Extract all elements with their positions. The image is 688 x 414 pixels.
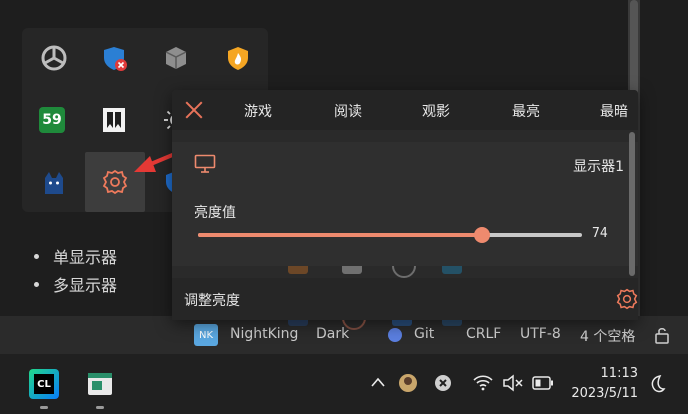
- bullet-icon: [34, 281, 39, 287]
- fire-shield-icon: [228, 47, 248, 70]
- clock-time: 11:13: [600, 366, 638, 381]
- popup-scrollbar-thumb[interactable]: [629, 132, 635, 276]
- brightness-slider-thumb[interactable]: [474, 227, 491, 243]
- volume-muted-icon[interactable]: [502, 374, 524, 392]
- cat-app-icon: [45, 172, 63, 194]
- running-indicator: [96, 406, 104, 409]
- clock-date: 2023/5/11: [571, 386, 638, 401]
- status-indent[interactable]: 4 个空格: [580, 326, 635, 346]
- settings-gear-icon[interactable]: [616, 288, 638, 310]
- tool-wheel-icon: [41, 45, 67, 71]
- package-cube-icon: [165, 47, 187, 69]
- status-encoding[interactable]: UTF-8: [520, 326, 561, 342]
- tray-item[interactable]: 59: [22, 90, 82, 150]
- brightness-popup: 游戏 阅读 观影 最亮 最暗 显示器1 亮度值 74 调整亮度: [172, 90, 638, 330]
- brightness-slider-fill: [198, 233, 483, 237]
- document-list: 单显示器 多显示器: [34, 242, 117, 298]
- list-item-label: 多显示器: [53, 276, 118, 295]
- nk-badge-icon: NK: [194, 324, 218, 346]
- running-indicator: [40, 406, 48, 409]
- tray-item[interactable]: [24, 152, 84, 212]
- popup-footer: 调整亮度: [172, 278, 638, 320]
- close-circle-icon[interactable]: [434, 374, 452, 392]
- preset-darkest[interactable]: 最暗: [600, 101, 628, 121]
- tray-item[interactable]: [84, 90, 144, 150]
- notepad-app-icon: [88, 373, 112, 395]
- twinkle-tray-gear-icon: [102, 169, 128, 195]
- display-monitor-icon: [194, 154, 216, 173]
- adjust-brightness-label: 调整亮度: [184, 293, 240, 309]
- brightness-label: 亮度值: [194, 205, 236, 221]
- moon-notification-icon[interactable]: [648, 374, 666, 394]
- brightness-value: 74: [592, 226, 608, 241]
- taskbar: CL 11:13 2023/5/11: [0, 354, 688, 414]
- clion-app-icon: CL: [34, 374, 54, 394]
- badge-59-icon: 59: [39, 107, 65, 133]
- unlock-icon[interactable]: [654, 326, 670, 344]
- taskbar-app-notepad[interactable]: [82, 366, 118, 402]
- preset-movie[interactable]: 观影: [422, 101, 450, 121]
- monitor-panel: 显示器1 亮度值 74: [172, 142, 638, 266]
- tray-item[interactable]: [146, 28, 206, 88]
- system-clock[interactable]: 11:13 2023/5/11: [571, 364, 638, 404]
- user-avatar-icon[interactable]: [398, 373, 418, 393]
- monitor-name: 显示器1: [573, 159, 624, 175]
- bookmark-app-icon: [103, 108, 125, 132]
- close-icon[interactable]: [184, 100, 204, 120]
- tray-item[interactable]: [208, 28, 268, 88]
- list-item-label: 单显示器: [53, 248, 118, 267]
- preset-game[interactable]: 游戏: [244, 101, 272, 121]
- brightness-slider[interactable]: [198, 227, 582, 243]
- chevron-up-icon[interactable]: [370, 376, 386, 388]
- preset-bar: 游戏 阅读 观影 最亮 最暗: [172, 90, 638, 130]
- preset-reading[interactable]: 阅读: [334, 101, 362, 121]
- list-item: 多显示器: [34, 270, 117, 298]
- tray-item[interactable]: [84, 28, 144, 88]
- popup-scrollbar[interactable]: [628, 130, 636, 280]
- preset-brightest[interactable]: 最亮: [512, 101, 540, 121]
- windows-security-warning-icon: [104, 47, 127, 71]
- list-item: 单显示器: [34, 242, 117, 270]
- taskbar-app-clion[interactable]: CL: [26, 366, 62, 402]
- battery-icon[interactable]: [532, 376, 554, 390]
- wifi-icon[interactable]: [472, 374, 494, 392]
- bullet-icon: [34, 253, 39, 259]
- tray-item[interactable]: [24, 28, 84, 88]
